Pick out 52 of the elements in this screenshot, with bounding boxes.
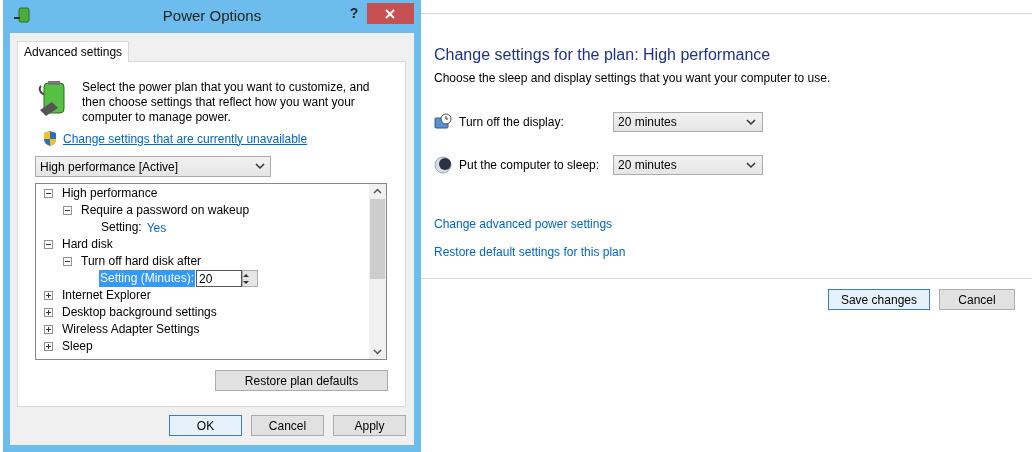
tree-item[interactable]: Require a password on wakeup — [80, 202, 251, 219]
chevron-icon — [746, 118, 756, 126]
tree-item[interactable]: Turn off hard disk after — [80, 253, 203, 270]
dropdown[interactable]: 20 minutes — [613, 155, 763, 175]
dialog-button[interactable]: Cancel — [251, 415, 324, 436]
dropdown[interactable]: 20 minutes — [613, 112, 763, 132]
battery-plug-icon — [13, 6, 33, 24]
shield-icon — [42, 130, 58, 147]
tree-item[interactable]: Wireless Adapter Settings — [61, 321, 201, 338]
close-icon — [385, 8, 396, 19]
monitor-clock-icon — [434, 113, 452, 131]
restore-defaults-button[interactable]: Restore plan defaults — [215, 370, 388, 391]
tree-item[interactable]: Hard disk — [61, 236, 114, 253]
collapse-icon[interactable] — [63, 257, 72, 266]
setting-label: Setting (Minutes): — [99, 270, 196, 287]
dialog-button[interactable]: Save changes — [827, 289, 930, 310]
expand-icon[interactable] — [44, 325, 53, 334]
expand-icon[interactable] — [44, 291, 53, 300]
close-button[interactable] — [367, 3, 414, 24]
link[interactable]: Change settings that are currently unavailable — [63, 131, 308, 146]
number-field[interactable]: 20 — [196, 270, 243, 287]
setting-label: Setting: — [100, 219, 143, 236]
scrollbar[interactable] — [369, 184, 386, 359]
dialog-button[interactable]: Apply — [333, 415, 406, 436]
moon-icon — [434, 156, 452, 174]
help-button[interactable]: ? — [342, 3, 366, 24]
plan-dropdown[interactable]: High performance [Active] — [35, 156, 271, 177]
spin-button[interactable] — [242, 270, 259, 287]
collapse-icon[interactable] — [63, 206, 72, 215]
chevron-icon — [255, 163, 265, 170]
up-down-arrows-icon — [242, 272, 251, 285]
intro-text: Select the power plan that you want to customize, and then choose settings that reflect how you want your computer to manage power. — [82, 80, 371, 125]
tree-item[interactable]: Sleep — [61, 338, 94, 355]
page-description: Choose the sleep and display settings that you want your computer to use. — [434, 70, 832, 86]
collapse-icon[interactable] — [44, 189, 53, 198]
tab[interactable]: Advanced settings — [17, 41, 130, 62]
tree-item[interactable]: High performance — [61, 185, 159, 202]
link[interactable]: Restore default settings for this plan — [434, 245, 626, 260]
expand-icon[interactable] — [44, 342, 53, 351]
chevron-icon — [746, 161, 756, 169]
window-title: Power Options — [162, 7, 262, 24]
expand-icon[interactable] — [44, 308, 53, 317]
collapse-icon[interactable] — [44, 240, 53, 249]
setting-label: Turn off the display: — [459, 115, 565, 129]
setting-label: Put the computer to sleep: — [459, 158, 601, 172]
tree-item[interactable]: Desktop background settings — [61, 304, 218, 321]
link[interactable]: Change advanced power settings — [434, 217, 613, 232]
tree-item[interactable]: Internet Explorer — [61, 287, 152, 304]
dialog-button[interactable]: OK — [169, 415, 242, 436]
dialog-button[interactable]: Cancel — [939, 289, 1015, 310]
page-heading: Change settings for the plan: High performance — [434, 45, 772, 65]
setting-value[interactable]: Yes — [146, 220, 167, 235]
